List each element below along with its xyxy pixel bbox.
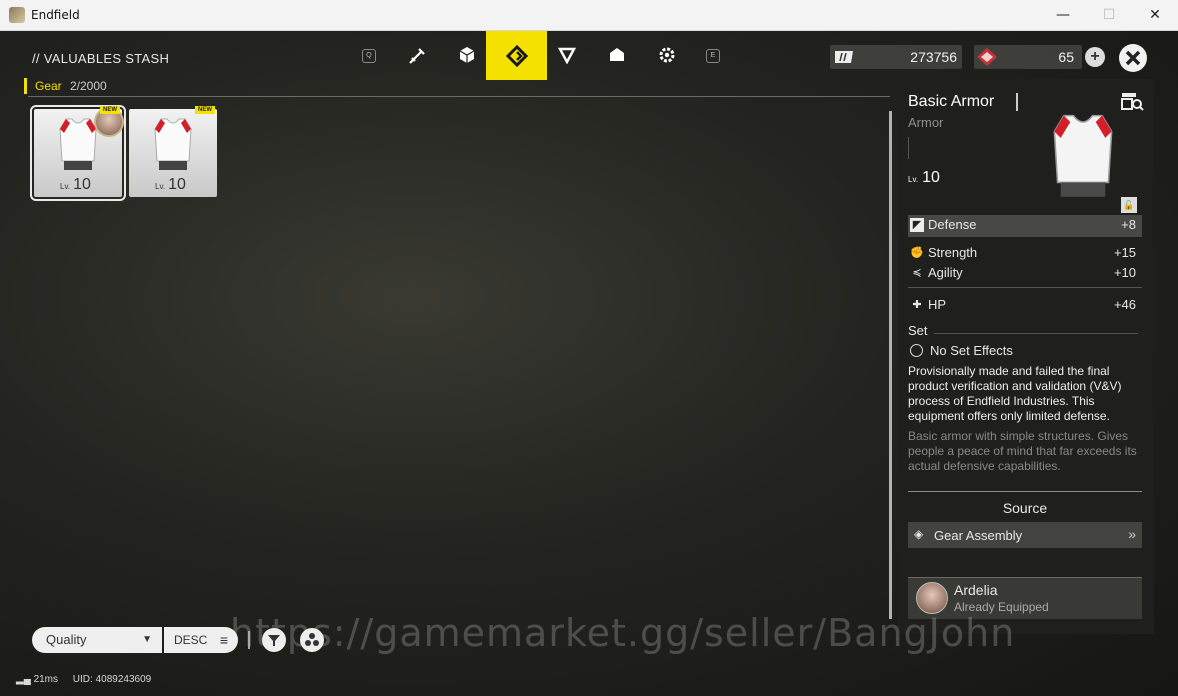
- triangle-icon: [557, 47, 577, 65]
- armor-preview-icon: [1053, 114, 1113, 197]
- box-icon: [610, 48, 624, 61]
- close-stash-button[interactable]: [1119, 44, 1147, 72]
- agility-icon: ≼: [912, 267, 922, 279]
- close-window-button[interactable]: ✕: [1132, 0, 1178, 31]
- new-badge: NEW: [195, 106, 215, 114]
- uid-text: UID: 4089243609: [72, 674, 152, 685]
- window-titlebar: Endfield — ☐ ✕: [0, 0, 1178, 31]
- stash-title: // VALUABLES STASH: [32, 51, 170, 66]
- new-badge: NEW: [100, 106, 120, 114]
- tab-next-key-hint[interactable]: E: [706, 49, 720, 63]
- category-label: Gear: [24, 78, 62, 94]
- window-title: Endfield: [31, 8, 80, 22]
- weapon-icon: [409, 48, 425, 64]
- tab-consumables[interactable]: [542, 31, 592, 80]
- close-icon: [1125, 50, 1141, 66]
- main-stat-defense: ◤ Defense +8: [908, 215, 1142, 237]
- fist-icon: ✊: [910, 247, 924, 259]
- armor-vest-icon: [154, 118, 192, 170]
- operator-avatar: [916, 582, 948, 614]
- dropdown-arrow-icon: ▼: [142, 634, 152, 645]
- game-viewport: // VALUABLES STASH Q E 273756 65 + Gear …: [0, 31, 1178, 696]
- tab-weapons[interactable]: [392, 31, 442, 80]
- divider: [908, 287, 1142, 288]
- filter-icon: [268, 635, 280, 646]
- minimize-button[interactable]: —: [1040, 0, 1086, 31]
- item-name: Basic Armor: [908, 93, 995, 110]
- source-heading: Source: [1002, 500, 1048, 516]
- lock-icon[interactable]: 🔓: [1121, 197, 1137, 213]
- item-detail-panel: Basic Armor Armor Lv. 10 🔓 ◤ Defense +8 ✊…: [898, 79, 1154, 634]
- cube-icon: [459, 47, 475, 63]
- add-currency-button[interactable]: +: [1085, 47, 1105, 67]
- gear-item-slot[interactable]: NEW Lv. 10: [30, 105, 126, 201]
- item-type: Armor: [908, 115, 944, 130]
- gear-item-slot[interactable]: NEW Lv. 10: [129, 106, 217, 197]
- divider: [934, 333, 1138, 334]
- maximize-button[interactable]: ☐: [1086, 0, 1132, 31]
- no-set-icon: [910, 344, 923, 357]
- item-level: Lv. 10: [60, 176, 91, 193]
- tab-gear[interactable]: [486, 31, 547, 80]
- divider: [28, 96, 890, 97]
- stat-hp: ✚ HP +46: [908, 295, 1142, 315]
- cog-icon: [659, 47, 675, 63]
- item-flavor-text: Basic armor with simple structures. Give…: [908, 429, 1137, 473]
- set-label: Set: [908, 323, 928, 338]
- divider: [908, 491, 1142, 492]
- currency-2-value: 65: [1058, 49, 1074, 65]
- sort-order-button[interactable]: DESC ≡: [164, 627, 238, 653]
- sort-quality-dropdown[interactable]: Quality ▼: [32, 627, 162, 653]
- tab-items[interactable]: [592, 31, 642, 80]
- title-cursor: [1016, 93, 1018, 111]
- item-detail-level: Lv. 10: [908, 169, 940, 186]
- ping-value: 21ms: [33, 674, 59, 685]
- filter-button[interactable]: [262, 628, 286, 652]
- tab-prev-key-hint[interactable]: Q: [362, 49, 376, 63]
- stat-strength: ✊ Strength +15: [910, 245, 1136, 260]
- hp-cross-icon: ✚: [912, 299, 922, 311]
- status-footer: ▂▄ 21ms UID: 4089243609: [16, 674, 151, 685]
- source-gear-assembly-button[interactable]: ◈ Gear Assembly »: [908, 522, 1142, 548]
- operator-name: Ardelia: [954, 582, 998, 598]
- gear-diamond-icon: [505, 44, 528, 68]
- signal-icon: ▂▄: [16, 674, 31, 685]
- tab-materials[interactable]: [442, 31, 492, 80]
- currency-1-value: 273756: [910, 49, 957, 65]
- stat-agility: ≼ Agility +10: [908, 263, 1142, 283]
- watermark-text: https://gamemarket.gg/seller/BangJohn: [230, 611, 1016, 655]
- item-level: Lv. 10: [155, 176, 186, 193]
- inventory-count: 2/2000: [70, 79, 107, 93]
- recycle-icon: [305, 633, 319, 646]
- sort-desc-icon: ≡: [219, 632, 228, 648]
- shield-icon: ◤: [910, 218, 924, 232]
- ticket-icon: [835, 51, 853, 63]
- app-icon: [9, 7, 25, 23]
- double-chevron-right-icon: »: [1128, 526, 1136, 542]
- divider: [248, 631, 250, 649]
- gear-diamond-icon: ◈: [914, 527, 924, 541]
- set-effect: No Set Effects: [908, 341, 1142, 361]
- item-description: Provisionally made and failed the final …: [908, 364, 1122, 423]
- scrollbar[interactable]: [889, 111, 892, 619]
- tab-special[interactable]: [642, 31, 692, 80]
- divider: [908, 137, 909, 159]
- inspect-icon[interactable]: [1120, 91, 1144, 111]
- recycle-button[interactable]: [300, 628, 324, 652]
- originium-icon: [977, 48, 997, 66]
